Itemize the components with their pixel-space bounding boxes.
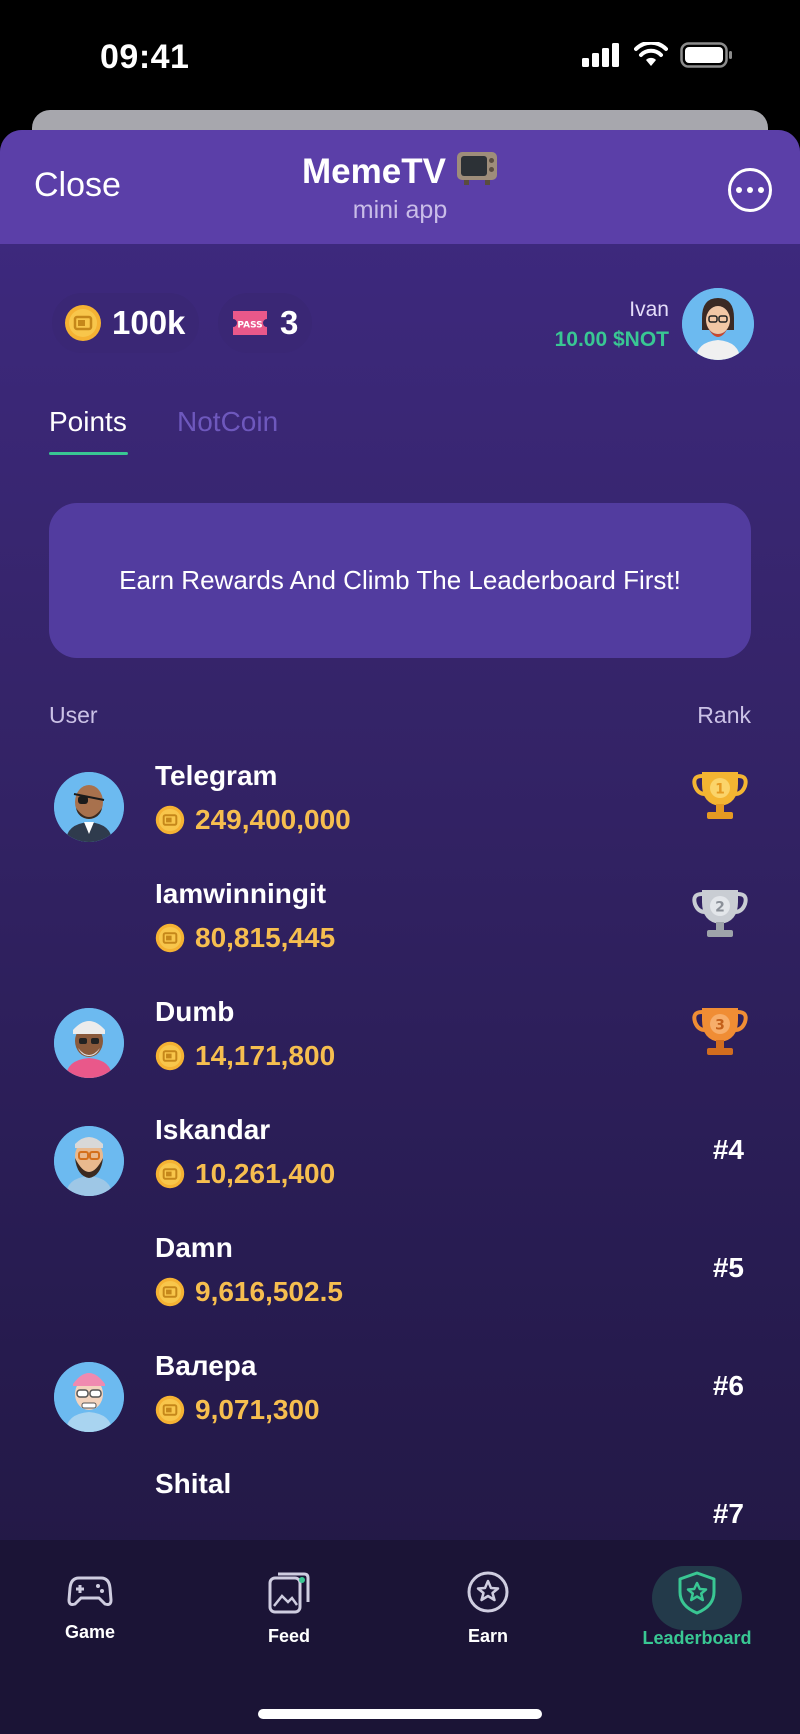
home-indicator — [258, 1709, 542, 1719]
trophy-rank: 3 — [715, 1018, 725, 1034]
user-points: 14,171,800 — [155, 1040, 335, 1072]
tab-notcoin[interactable]: NotCoin — [177, 406, 278, 438]
user-name: Damn — [155, 1232, 233, 1263]
pass-balance-value: 3 — [280, 304, 299, 341]
user-points: 10,261,400 — [155, 1158, 335, 1190]
promo-banner: Earn Rewards And Climb The Leaderboard F… — [49, 503, 751, 658]
leaderboard-row[interactable]: Damn 9,616,502.5 #5 — [0, 1232, 800, 1350]
column-header-user: User — [49, 702, 98, 728]
tv-icon — [456, 150, 498, 195]
wifi-icon — [634, 42, 668, 66]
user-name: Dumb — [155, 996, 235, 1027]
user-avatar — [54, 1126, 124, 1196]
pass-ticket-icon: PASS — [233, 311, 267, 335]
promo-banner-text: Earn Rewards And Climb The Leaderboard F… — [119, 565, 681, 595]
user-name: Iamwinningit — [155, 878, 327, 909]
mini-app-sheet: Close MemeTV mini app 100k PASS 3 Ivan 1… — [0, 130, 800, 1734]
coin-icon — [155, 1395, 185, 1425]
gamepad-icon — [67, 1576, 113, 1606]
silver-trophy-icon: 2 — [692, 882, 748, 945]
trophy-rank: 1 — [715, 782, 725, 798]
nav-feed[interactable]: Feed — [214, 1570, 364, 1647]
leaderboard-row[interactable]: Валера 9,071,300 #6 — [0, 1350, 800, 1468]
coin-balance-value: 100k — [112, 304, 186, 341]
leaderboard-row[interactable]: Dumb 14,171,800 3 — [0, 996, 800, 1114]
app-subtitle: mini app — [352, 196, 448, 224]
shield-star-icon — [678, 1571, 716, 1615]
active-tab-indicator — [49, 452, 128, 455]
battery-icon — [680, 42, 732, 68]
coin-balance: 100k — [52, 293, 200, 353]
coin-icon — [155, 805, 185, 835]
nav-leaderboard[interactable]: Leaderboard — [622, 1570, 772, 1649]
leaderboard-row[interactable]: Telegram 249,400,000 1 — [0, 760, 800, 878]
svg-text:PASS: PASS — [237, 321, 262, 331]
earn-star-icon — [467, 1571, 509, 1613]
bronze-trophy-icon: 3 — [692, 1000, 748, 1063]
pass-balance: PASS 3 — [218, 293, 313, 353]
nav-game-label: Game — [64, 1622, 116, 1642]
nav-feed-label: Feed — [267, 1626, 310, 1646]
user-points: 9,071,300 — [155, 1394, 320, 1426]
nav-leaderboard-label: Leaderboard — [642, 1628, 752, 1648]
trophy-rank: 2 — [715, 900, 725, 916]
coin-icon — [65, 305, 101, 341]
user-avatar — [54, 1008, 124, 1078]
user-rank: #4 — [712, 1134, 744, 1165]
more-icon[interactable] — [728, 168, 772, 212]
user-avatar — [54, 772, 124, 842]
user-rank: #5 — [712, 1252, 744, 1283]
app-title-text: MemeTV — [302, 152, 446, 191]
status-icons — [582, 42, 734, 68]
nav-earn-label: Earn — [467, 1626, 509, 1646]
leaderboard-row[interactable]: Iamwinningit 80,815,445 2 — [0, 878, 800, 996]
coin-icon — [155, 923, 185, 953]
user-name: Валера — [155, 1350, 257, 1381]
user-points: 80,815,445 — [155, 922, 335, 954]
profile-name: Ivan — [629, 298, 669, 321]
user-points-value: 10,261,400 — [195, 1158, 336, 1189]
user-avatar — [54, 1362, 124, 1432]
user-rank: #7 — [712, 1498, 744, 1529]
coin-icon — [155, 1041, 185, 1071]
nav-game[interactable]: Game — [15, 1570, 165, 1643]
user-points: 249,400,000 — [155, 804, 351, 836]
user-name: Telegram — [155, 760, 278, 791]
user-name: Shital — [155, 1468, 232, 1499]
nav-earn[interactable]: Earn — [413, 1570, 563, 1647]
app-header: Close MemeTV mini app — [0, 130, 800, 244]
app-title: MemeTV — [0, 150, 800, 195]
leaderboard-row[interactable]: Iskandar 10,261,400 #4 — [0, 1114, 800, 1232]
coin-icon — [155, 1159, 185, 1189]
user-rank: #6 — [712, 1370, 744, 1401]
user-points: 9,616,502.5 — [155, 1276, 343, 1308]
bottom-nav: Game Feed Earn Leaderboard — [0, 1540, 800, 1734]
profile-not-balance: 10.00 $NOT — [554, 328, 669, 351]
user-points-value: 9,071,300 — [195, 1394, 320, 1425]
user-points-value: 80,815,445 — [195, 922, 336, 953]
feed-icon — [268, 1572, 310, 1614]
user-points-value: 14,171,800 — [195, 1040, 336, 1071]
column-header-rank: Rank — [697, 702, 751, 728]
gold-trophy-icon: 1 — [692, 764, 748, 827]
coin-icon — [155, 1277, 185, 1307]
status-time: 09:41 — [100, 38, 190, 76]
user-points-value: 9,616,502.5 — [195, 1276, 343, 1307]
tab-points[interactable]: Points — [49, 406, 127, 438]
signal-icon — [582, 43, 619, 67]
user-name: Iskandar — [155, 1114, 271, 1145]
status-bar: 09:41 — [0, 0, 800, 110]
user-points-value: 249,400,000 — [195, 804, 351, 835]
profile-avatar[interactable] — [682, 288, 754, 360]
